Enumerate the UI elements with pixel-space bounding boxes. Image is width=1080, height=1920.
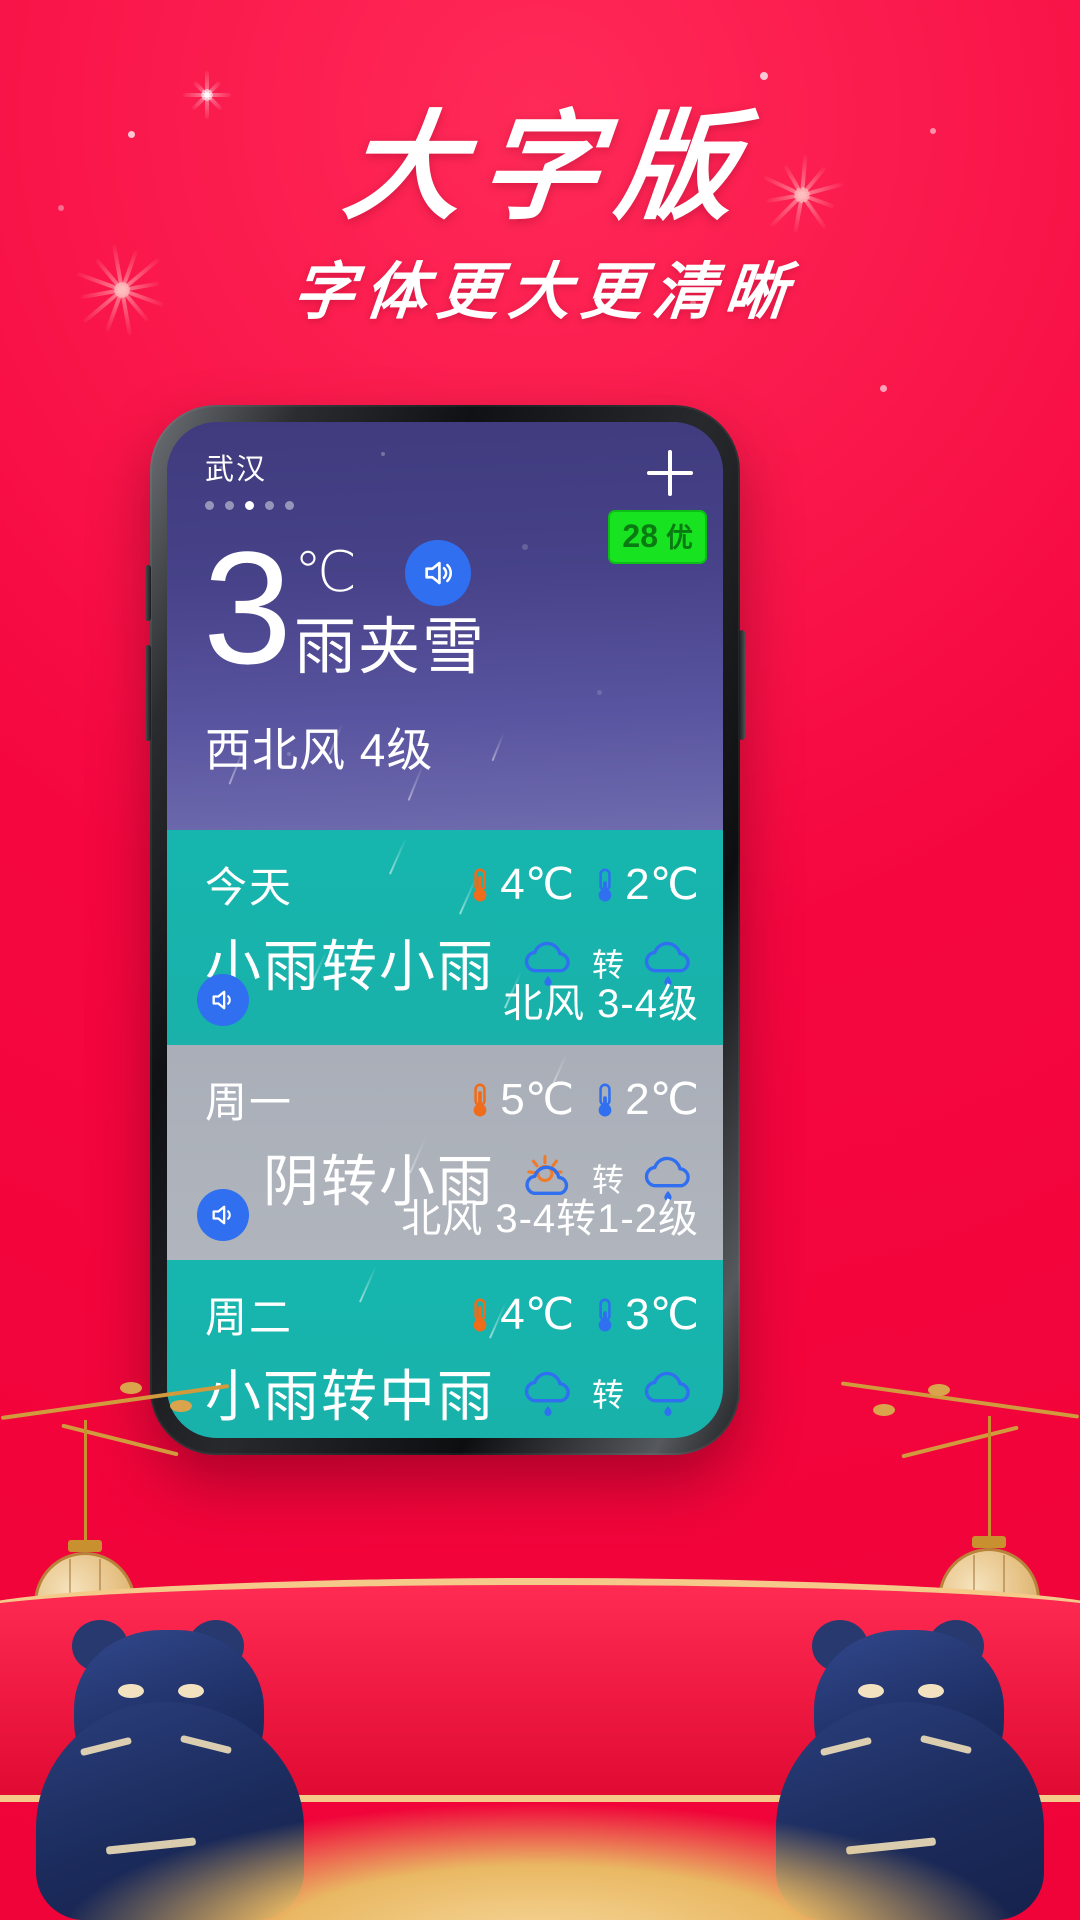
- tiger-mascot-right-icon: [750, 1620, 1070, 1920]
- forecast-row[interactable]: 周二 4℃ 3℃ 小雨转中雨 转: [167, 1260, 723, 1438]
- city-name[interactable]: 武汉: [205, 456, 294, 485]
- add-city-button[interactable]: [647, 450, 693, 496]
- forecast-row[interactable]: 今天 4℃ 2℃ 小雨转小雨 转 北风 3-4级: [167, 830, 723, 1045]
- rain-cloud-icon: [524, 1371, 570, 1416]
- speaker-icon: [212, 990, 231, 1010]
- aqi-badge[interactable]: 28 优: [608, 510, 707, 564]
- forecast-condition: 小雨转中雨: [204, 1365, 495, 1428]
- page-dot-active[interactable]: [245, 501, 254, 510]
- forecast-high: 4℃: [467, 1289, 574, 1340]
- app-header: 武汉: [205, 450, 693, 510]
- forecast-low: 3℃: [592, 1289, 699, 1340]
- forecast-low-value: 2℃: [625, 1075, 699, 1124]
- sparkle-dot-icon: [880, 385, 887, 392]
- page-dot[interactable]: [265, 501, 274, 510]
- speak-forecast-button[interactable]: [197, 974, 249, 1026]
- speak-current-weather-button[interactable]: [405, 540, 471, 606]
- phone-power-button: [739, 630, 745, 740]
- page-dot[interactable]: [285, 501, 294, 510]
- forecast-turn-label: 转: [591, 1376, 624, 1413]
- plum-blossom-icon: [120, 1382, 142, 1394]
- plum-blossom-icon: [873, 1404, 895, 1416]
- forecast-day: 周一: [205, 1079, 294, 1126]
- speak-forecast-button[interactable]: [197, 1189, 249, 1241]
- poster-text-block: 大字版 字体更大更清晰: [0, 103, 1080, 327]
- thermometer-high-icon: [473, 1298, 487, 1331]
- forecast-low: 2℃: [592, 859, 699, 910]
- plum-blossom-icon: [928, 1384, 950, 1396]
- festive-banner: [0, 1578, 1080, 1802]
- forecast-wind: 北风 3-4转1-2级: [401, 1197, 699, 1241]
- tiger-mascot-left-icon: [10, 1620, 330, 1920]
- forecast-high: 5℃: [467, 1074, 574, 1125]
- thermometer-low-icon: [598, 1298, 612, 1331]
- forecast-low-value: 2℃: [625, 860, 699, 909]
- current-wind: 西北风 4级: [205, 724, 434, 776]
- thermometer-high-icon: [473, 1083, 487, 1116]
- page-title: 大字版: [338, 103, 760, 234]
- forecast-high-value: 5℃: [500, 1075, 575, 1124]
- lantern-icon: [938, 1416, 1040, 1714]
- forecast-low-value: 3℃: [625, 1290, 699, 1339]
- page-subtitle: 字体更大更清晰: [289, 259, 801, 327]
- plum-branch-icon: [840, 1381, 1080, 1419]
- forecast-high: 4℃: [467, 859, 574, 910]
- current-temperature: 3: [203, 518, 292, 697]
- current-condition: 雨夹雪: [293, 612, 486, 682]
- aqi-level: 优: [666, 523, 693, 553]
- plum-branch-icon: [901, 1425, 1019, 1459]
- forecast-day: 今天: [205, 864, 294, 911]
- city-page-indicator[interactable]: [205, 501, 294, 510]
- speaker-icon: [212, 1205, 231, 1225]
- thermometer-low-icon: [598, 868, 612, 901]
- thermometer-high-icon: [473, 868, 487, 901]
- thermometer-low-icon: [598, 1083, 612, 1116]
- speaker-icon: [425, 561, 452, 585]
- forecast-day: 周二: [205, 1294, 294, 1341]
- rain-cloud-icon: [644, 1371, 690, 1416]
- page-dot[interactable]: [205, 501, 214, 510]
- forecast-low: 2℃: [592, 1074, 699, 1125]
- forecast-high-value: 4℃: [500, 860, 575, 909]
- plum-branch-icon: [61, 1423, 179, 1457]
- aqi-value: 28: [622, 518, 658, 554]
- poster-background: 大字版 字体更大更清晰 武汉 28 优 3 ℃ 雨夹雪 西北风 4级 今天 4℃…: [0, 0, 1080, 1920]
- forecast-high-value: 4℃: [500, 1290, 575, 1339]
- lantern-icon: [34, 1420, 136, 1718]
- forecast-wind: 北风 3-4级: [503, 982, 699, 1026]
- page-dot[interactable]: [225, 501, 234, 510]
- sparkle-dot-icon: [760, 72, 768, 80]
- forecast-row[interactable]: 周一 5℃ 2℃ 阴转小雨 转 北风 3-4转1-2级: [167, 1045, 723, 1260]
- phone-screen: 武汉 28 优 3 ℃ 雨夹雪 西北风 4级 今天 4℃ 2℃ 小雨转小雨 转 …: [167, 422, 723, 1438]
- phone-mockup: 武汉 28 优 3 ℃ 雨夹雪 西北风 4级 今天 4℃ 2℃ 小雨转小雨 转 …: [145, 405, 745, 1455]
- gold-cloud-wave: [0, 1790, 1080, 1920]
- current-weather-panel: 武汉 28 优 3 ℃ 雨夹雪 西北风 4级: [167, 422, 723, 830]
